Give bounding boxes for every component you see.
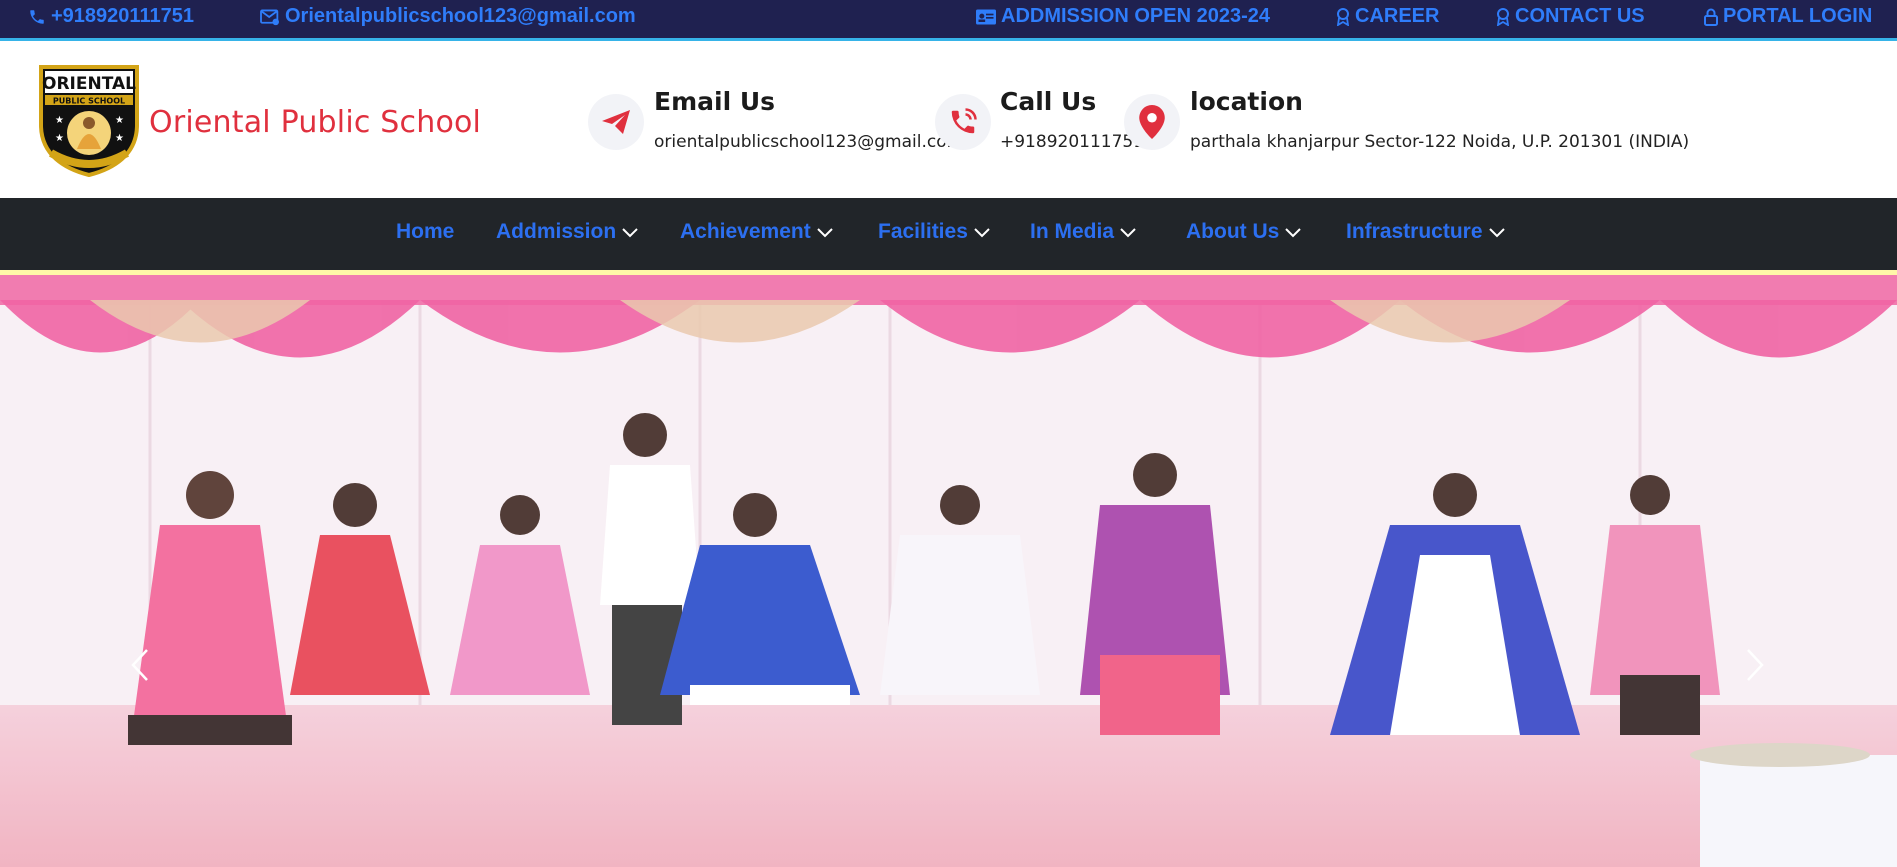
carousel-next-button[interactable] [1735,635,1775,695]
nav-achievement-label: Achievement [680,220,811,243]
topbar-phone-link[interactable]: +918920111751 [28,5,194,28]
topbar-admission-text: ADDMISSION OPEN 2023-24 [1001,5,1270,27]
nav-infrastructure-label: Infrastructure [1346,220,1483,243]
chevron-left-icon [131,649,148,681]
paper-plane-icon [602,110,630,134]
carousel-prev-button[interactable] [120,635,160,695]
chevron-down-icon [622,228,638,238]
nav-facilities-label: Facilities [878,220,968,243]
nav-about-us[interactable]: About Us [1186,220,1302,244]
chevron-down-icon [974,228,990,238]
email-title: Email Us [654,87,776,116]
topbar-phone-text: +918920111751 [51,5,194,27]
nav-home-label: Home [396,220,455,243]
topbar-portal-link[interactable]: PORTAL LOGIN [1704,5,1872,28]
nav-infrastructure[interactable]: Infrastructure [1346,220,1505,244]
nav-about-us-label: About Us [1186,220,1280,243]
map-pin-icon [1139,105,1165,139]
phone-icon [30,9,44,24]
svg-text:★: ★ [115,115,124,126]
nav-home[interactable]: Home [396,220,454,244]
chevron-down-icon [817,228,833,238]
topbar-portal-text: PORTAL LOGIN [1723,5,1873,27]
hero-carousel [0,270,1897,867]
nav-in-media[interactable]: In Media [1030,220,1136,244]
call-value[interactable]: +918920111751 [1000,132,1144,152]
svg-text:★: ★ [115,133,124,144]
svg-text:★: ★ [55,115,64,126]
school-logo[interactable]: ORIENTAL PUBLIC SCHOOL ★ ★ ★ ★ [37,63,141,178]
hero-slide-image [0,275,1897,867]
email-icon [260,9,279,25]
phone-ringing-icon [951,108,977,134]
email-info-icon-wrap [588,94,644,150]
location-info-icon-wrap [1124,94,1180,150]
chevron-down-icon [1120,228,1136,238]
topbar-contact-text: CONTACT US [1515,5,1645,27]
nav-addmission-label: Addmission [496,220,617,243]
top-bar: +918920111751 Orientalpublicschool123@gm… [0,0,1897,41]
topbar-contact-link[interactable]: CONTACT US [1496,5,1645,28]
nav-achievement[interactable]: Achievement [680,220,833,244]
site-header: ORIENTAL PUBLIC SCHOOL ★ ★ ★ ★ Oriental … [0,41,1897,198]
svg-text:★: ★ [55,133,64,144]
location-value: parthala khanjarpur Sector-122 Noida, U.… [1190,132,1690,152]
logo-title: ORIENTAL [42,74,136,94]
nav-addmission[interactable]: Addmission [496,220,638,244]
topbar-email-link[interactable]: Orientalpublicschool123@gmail.com [260,5,636,28]
award-icon [1336,7,1350,26]
call-title: Call Us [1000,87,1097,116]
chevron-down-icon [1285,228,1302,238]
call-info-icon-wrap [935,94,991,150]
topbar-career-link[interactable]: CAREER [1336,5,1439,28]
school-name[interactable]: Oriental Public School [149,105,481,140]
topbar-email-text: Orientalpublicschool123@gmail.com [285,5,636,27]
email-value[interactable]: orientalpublicschool123@gmail.com [654,132,963,152]
award-icon [1496,7,1510,26]
chevron-down-icon [1488,228,1505,238]
topbar-admission-link[interactable]: ADDMISSION OPEN 2023-24 [976,5,1270,28]
lock-icon [1704,8,1718,26]
chevron-right-icon [1747,649,1764,681]
logo-subtitle: PUBLIC SCHOOL [53,97,125,106]
nav-facilities[interactable]: Facilities [878,220,990,244]
id-card-icon [976,9,996,24]
main-nav: Home Addmission Achievement Facilities I… [0,198,1897,270]
location-title: location [1190,87,1303,116]
nav-in-media-label: In Media [1030,220,1115,243]
topbar-career-text: CAREER [1355,5,1440,27]
